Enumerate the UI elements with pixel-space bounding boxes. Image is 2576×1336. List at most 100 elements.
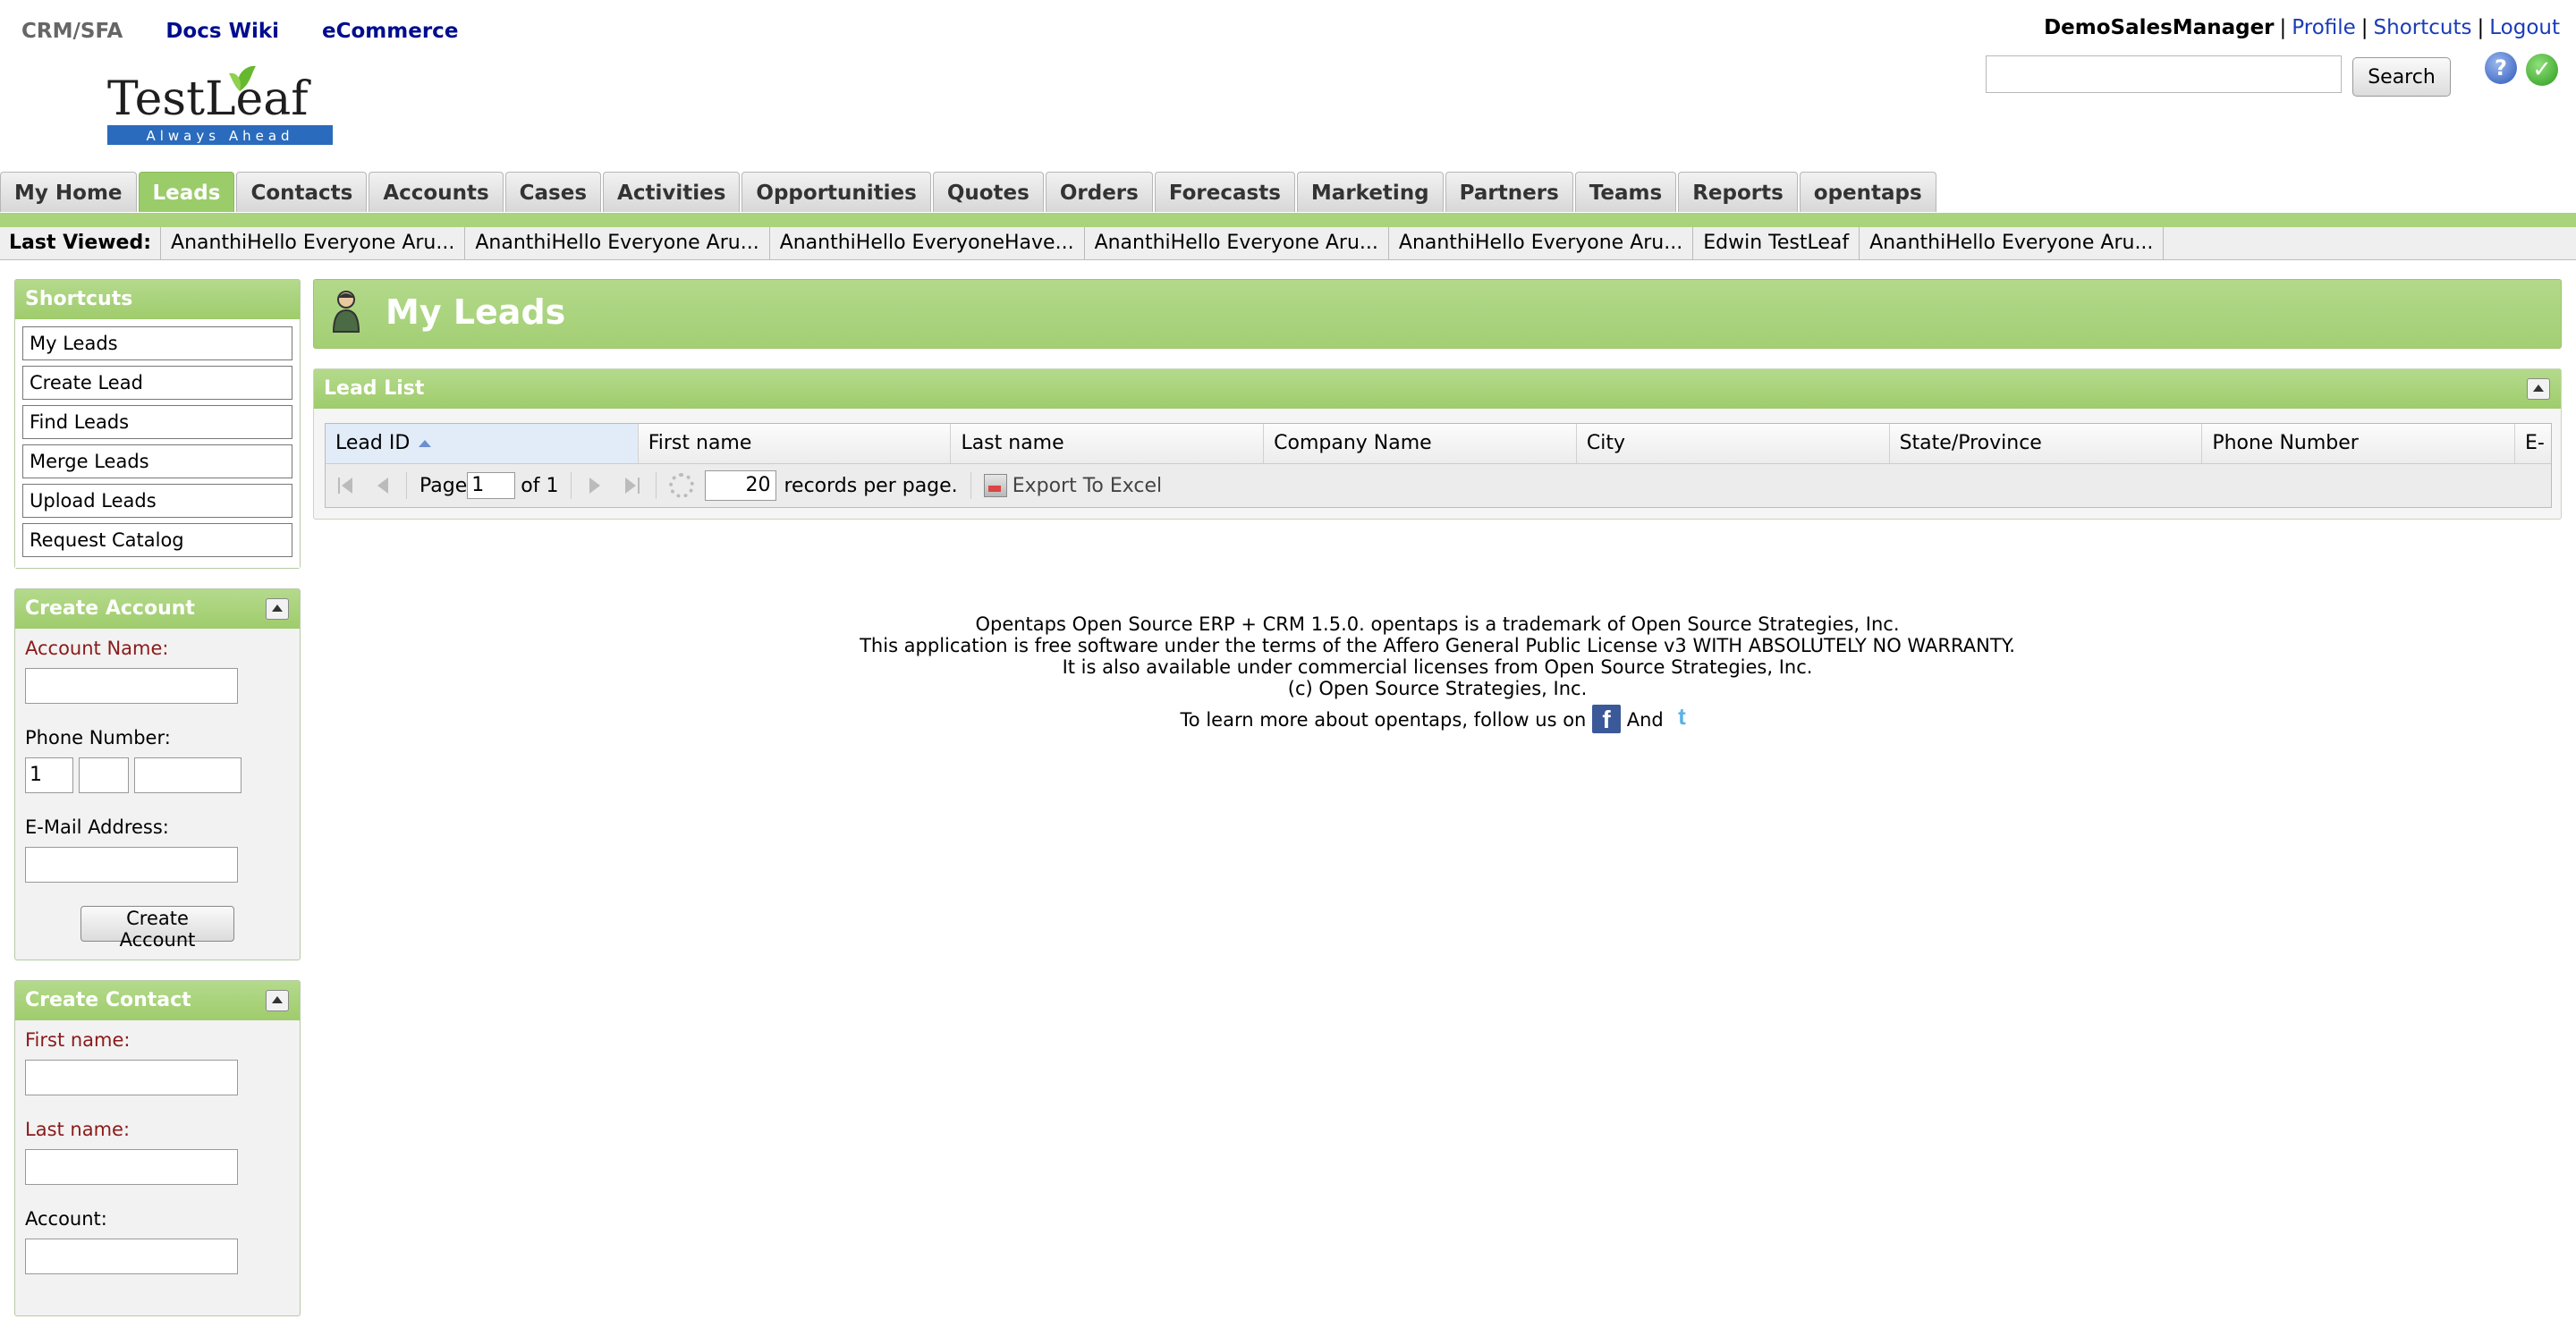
create-contact-panel-header: Create Contact xyxy=(15,981,300,1020)
column-header-first-name[interactable]: First name xyxy=(639,424,952,463)
shortcuts-link[interactable]: Shortcuts xyxy=(2374,16,2472,39)
last-viewed-item[interactable]: AnanthiHello Everyone Aru... xyxy=(1860,227,2165,259)
tab-forecasts[interactable]: Forecasts xyxy=(1154,172,1295,212)
facebook-icon[interactable]: f xyxy=(1592,705,1622,733)
column-header-e[interactable]: E- xyxy=(2515,424,2551,463)
tab-my-home[interactable]: My Home xyxy=(0,172,137,212)
column-header-label: City xyxy=(1586,432,1625,454)
account-name-field[interactable] xyxy=(25,668,238,704)
refresh-icon[interactable] xyxy=(669,473,695,498)
create-account-form: Account Name: Phone Number: 1 E-Mail Add… xyxy=(15,629,300,960)
app-link-docs-wiki[interactable]: Docs Wiki xyxy=(165,20,279,43)
tab-teams[interactable]: Teams xyxy=(1574,172,1677,212)
shortcut-upload-leads[interactable]: Upload Leads xyxy=(22,484,292,518)
logo-brand-text: TestLeaf xyxy=(107,72,311,126)
footer-line: (c) Open Source Strategies, Inc. xyxy=(1287,678,1588,699)
last-viewed-item[interactable]: AnanthiHello Everyone Aru... xyxy=(1085,227,1389,259)
first-page-icon[interactable] xyxy=(335,474,358,497)
testleaf-logo[interactable]: TestLeaf Always Ahead xyxy=(106,64,336,148)
shortcut-request-catalog[interactable]: Request Catalog xyxy=(22,523,292,557)
tab-accounts[interactable]: Accounts xyxy=(369,172,504,212)
app-link-crm-sfa[interactable]: CRM/SFA xyxy=(21,20,123,43)
account-field[interactable] xyxy=(25,1239,238,1274)
column-header-label: First name xyxy=(648,432,752,454)
previous-page-icon[interactable] xyxy=(370,474,394,497)
lead-list-grid: Lead ID First name Last name Company Name Ci… xyxy=(325,423,2552,508)
search-button[interactable]: Search xyxy=(2352,57,2451,97)
last-name-field[interactable] xyxy=(25,1149,238,1185)
lead-list-title: Lead List xyxy=(324,377,425,400)
tab-reports[interactable]: Reports xyxy=(1678,172,1798,212)
tab-orders[interactable]: Orders xyxy=(1045,172,1153,212)
column-header-last-name[interactable]: Last name xyxy=(951,424,1265,463)
tab-opentaps[interactable]: opentaps xyxy=(1799,172,1936,212)
sidebar: Shortcuts My Leads Create Lead Find Leads M… xyxy=(14,279,301,1336)
tab-cases[interactable]: Cases xyxy=(504,172,602,212)
last-viewed-bar: Last Viewed: AnanthiHello Everyone Aru..… xyxy=(0,227,2576,260)
twitter-icon[interactable]: t xyxy=(1669,705,1694,728)
last-viewed-item[interactable]: Edwin TestLeaf xyxy=(1693,227,1860,259)
footer-follow-text: To learn more about opentaps, follow us … xyxy=(1180,709,1587,731)
create-account-panel-header: Create Account xyxy=(15,589,300,629)
shortcut-find-leads[interactable]: Find Leads xyxy=(22,405,292,439)
tab-activities[interactable]: Activities xyxy=(603,172,741,212)
last-viewed-item[interactable]: AnanthiHello EveryoneHave... xyxy=(770,227,1085,259)
first-name-label: First name: xyxy=(25,1029,131,1051)
separator: | xyxy=(2360,16,2368,39)
logout-link[interactable]: Logout xyxy=(2489,16,2560,39)
phone-country-code-field[interactable]: 1 xyxy=(25,757,73,793)
main-content: My Leads Lead List Lead ID First name Last… xyxy=(313,279,2562,520)
shortcut-merge-leads[interactable]: Merge Leads xyxy=(22,444,292,478)
page-number-input[interactable]: 1 xyxy=(467,472,516,499)
records-per-page-label: records per page. xyxy=(784,474,958,497)
last-viewed-item[interactable]: AnanthiHello Everyone Aru... xyxy=(1389,227,1694,259)
export-to-excel-button[interactable]: Export To Excel xyxy=(983,474,1162,497)
tab-partners[interactable]: Partners xyxy=(1445,172,1573,212)
email-address-field[interactable] xyxy=(25,847,238,883)
lead-list-panel: Lead List Lead ID First name Last name Comp… xyxy=(313,368,2562,520)
create-contact-panel-title: Create Contact xyxy=(25,989,191,1011)
toolbar-separator xyxy=(406,472,407,499)
records-per-page-input[interactable]: 20 xyxy=(705,470,777,501)
column-header-city[interactable]: City xyxy=(1577,424,1890,463)
create-account-panel: Create Account Account Name: Phone Numbe… xyxy=(14,588,301,960)
create-contact-form: First name: Last name: Account: xyxy=(15,1020,300,1315)
checkmark-icon[interactable]: ✓ xyxy=(2526,54,2558,86)
create-account-button[interactable]: Create Account xyxy=(80,906,234,951)
tab-marketing[interactable]: Marketing xyxy=(1296,172,1444,212)
phone-area-code-field[interactable] xyxy=(79,757,129,793)
toolbar-separator xyxy=(970,472,971,499)
last-page-icon[interactable] xyxy=(620,474,643,497)
tab-opportunities[interactable]: Opportunities xyxy=(741,172,931,212)
shortcuts-panel: Shortcuts My Leads Create Lead Find Leads M… xyxy=(14,279,301,569)
toolbar-separator xyxy=(656,472,657,499)
profile-link[interactable]: Profile xyxy=(2292,16,2356,39)
tab-quotes[interactable]: Quotes xyxy=(932,172,1044,212)
column-header-state-province[interactable]: State/Province xyxy=(1890,424,2203,463)
shortcuts-panel-title: Shortcuts xyxy=(15,280,300,319)
help-icon[interactable]: ? xyxy=(2485,52,2517,84)
first-name-field[interactable] xyxy=(25,1060,238,1095)
shortcuts-list: My Leads Create Lead Find Leads Merge Leads… xyxy=(15,319,300,568)
last-viewed-item[interactable]: AnanthiHello Everyone Aru... xyxy=(161,227,466,259)
toolbar-separator xyxy=(571,472,572,499)
column-header-company-name[interactable]: Company Name xyxy=(1264,424,1577,463)
tab-contacts[interactable]: Contacts xyxy=(236,172,368,212)
shortcut-create-lead[interactable]: Create Lead xyxy=(22,366,292,400)
collapse-icon[interactable] xyxy=(2527,378,2550,400)
tab-leads[interactable]: Leads xyxy=(138,172,235,212)
app-link-ecommerce[interactable]: eCommerce xyxy=(322,20,458,43)
footer-line: This application is free software under … xyxy=(860,635,2015,656)
phone-number-field[interactable] xyxy=(134,757,242,793)
footer-line: Opentaps Open Source ERP + CRM 1.5.0. op… xyxy=(975,613,1900,635)
column-header-phone-number[interactable]: Phone Number xyxy=(2202,424,2516,463)
shortcut-my-leads[interactable]: My Leads xyxy=(22,326,292,360)
column-headers: Lead ID First name Last name Company Name Ci… xyxy=(326,424,2551,464)
collapse-icon[interactable] xyxy=(266,990,289,1011)
column-header-label: State/Province xyxy=(1899,432,2042,454)
last-viewed-item[interactable]: AnanthiHello Everyone Aru... xyxy=(465,227,770,259)
next-page-icon[interactable] xyxy=(584,474,607,497)
column-header-lead-id[interactable]: Lead ID xyxy=(326,424,639,463)
collapse-icon[interactable] xyxy=(266,598,289,620)
search-input[interactable] xyxy=(1986,55,2342,93)
